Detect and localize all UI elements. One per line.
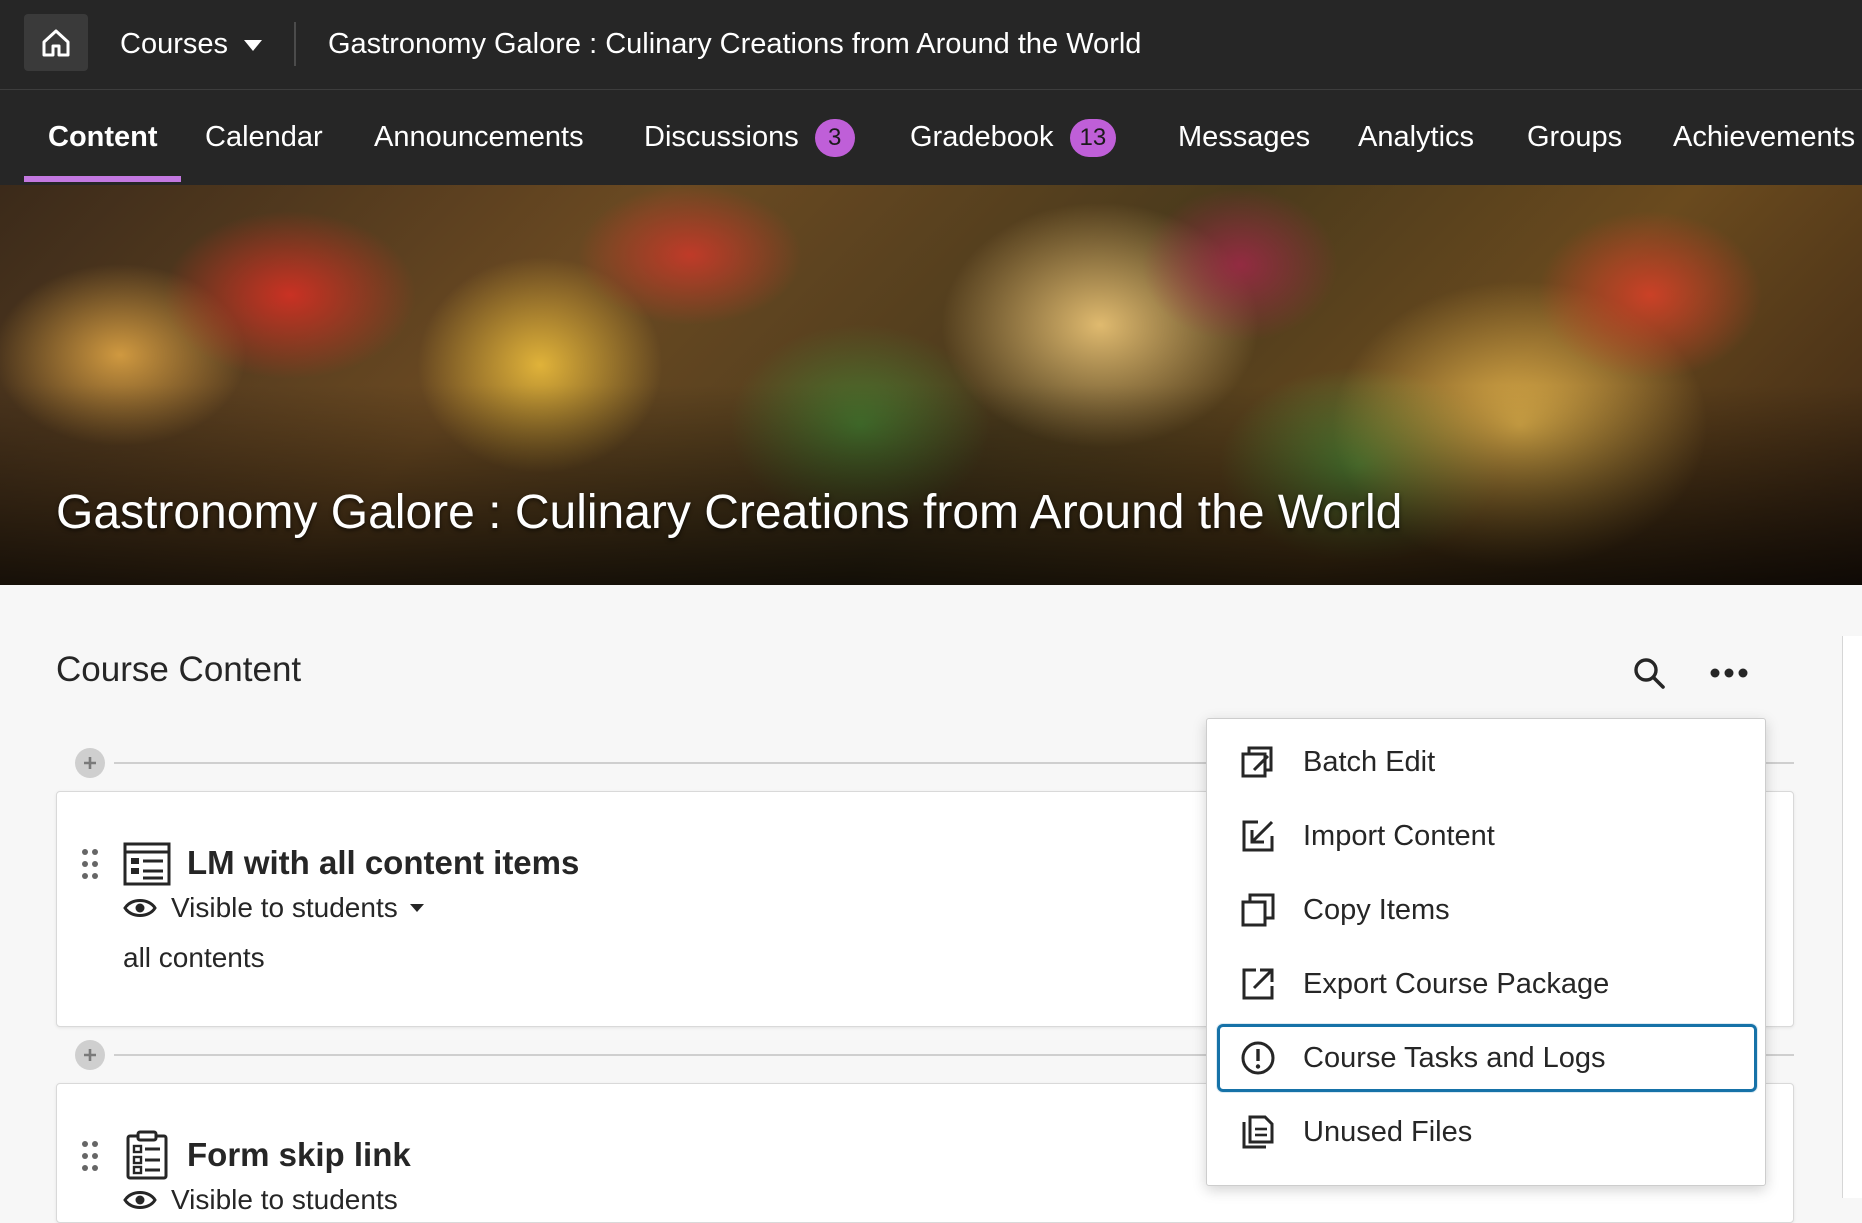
eye-icon bbox=[123, 899, 157, 917]
course-banner-image: Gastronomy Galore : Culinary Creations f… bbox=[0, 185, 1862, 585]
content-item-description: all contents bbox=[123, 942, 265, 973]
course-nav: Content Calendar Announcements Discussio… bbox=[0, 90, 1862, 185]
breadcrumb-course-title: Gastronomy Galore : Culinary Creations f… bbox=[328, 27, 1142, 60]
tab-achievements[interactable]: Achievements bbox=[1673, 90, 1855, 185]
content-item-title[interactable]: Form skip link bbox=[187, 1136, 411, 1174]
visibility-dropdown[interactable]: Visible to students bbox=[123, 1184, 398, 1216]
top-bar: Courses Gastronomy Galore : Culinary Cre… bbox=[0, 0, 1862, 90]
drag-handle-icon[interactable] bbox=[81, 848, 99, 880]
menu-item-label: Unused Files bbox=[1303, 1115, 1473, 1148]
tab-label: Messages bbox=[1178, 121, 1311, 153]
visibility-dropdown[interactable]: Visible to students bbox=[123, 892, 424, 924]
chevron-down-icon bbox=[409, 904, 424, 912]
menu-item-import-content[interactable]: Import Content bbox=[1217, 802, 1757, 870]
courses-menu-label: Courses bbox=[120, 27, 228, 60]
section-title: Course Content bbox=[56, 650, 302, 689]
plus-icon bbox=[84, 757, 96, 769]
menu-item-course-tasks-and-logs[interactable]: Course Tasks and Logs bbox=[1217, 1024, 1757, 1092]
tab-discussions[interactable]: Discussions 3 bbox=[644, 90, 855, 185]
menu-item-label: Import Content bbox=[1303, 819, 1495, 852]
menu-item-copy-items[interactable]: Copy Items bbox=[1217, 876, 1757, 944]
tab-label: Achievements bbox=[1673, 121, 1856, 153]
tab-announcements[interactable]: Announcements bbox=[374, 90, 584, 185]
tab-label: Analytics bbox=[1358, 121, 1475, 153]
menu-item-label: Batch Edit bbox=[1303, 745, 1436, 778]
courses-menu-button[interactable]: Courses bbox=[120, 22, 262, 66]
menu-item-batch-edit[interactable]: Batch Edit bbox=[1217, 728, 1757, 796]
learning-module-icon bbox=[123, 842, 171, 886]
add-content-button[interactable] bbox=[75, 748, 105, 778]
tab-label: Content bbox=[48, 121, 158, 153]
menu-item-export-course-package[interactable]: Export Course Package bbox=[1217, 950, 1757, 1018]
home-icon bbox=[42, 29, 70, 56]
tab-messages[interactable]: Messages bbox=[1178, 90, 1310, 185]
more-horizontal-icon bbox=[1710, 668, 1748, 678]
copy-icon bbox=[1237, 889, 1279, 931]
tab-analytics[interactable]: Analytics bbox=[1358, 90, 1474, 185]
visibility-label: Visible to students bbox=[171, 1184, 398, 1215]
export-icon bbox=[1237, 963, 1279, 1005]
course-title: Gastronomy Galore : Culinary Creations f… bbox=[56, 486, 1403, 539]
active-tab-indicator bbox=[24, 176, 181, 182]
tab-label: Discussions bbox=[644, 121, 799, 153]
search-icon bbox=[1634, 658, 1665, 689]
divider bbox=[294, 22, 296, 66]
gradebook-count-badge: 13 bbox=[1069, 118, 1117, 157]
tab-content[interactable]: Content bbox=[48, 90, 158, 185]
search-button[interactable] bbox=[1622, 646, 1676, 700]
visibility-label: Visible to students bbox=[171, 892, 398, 923]
tab-label: Groups bbox=[1527, 121, 1623, 153]
menu-item-label: Copy Items bbox=[1303, 893, 1450, 926]
discussions-count-badge: 3 bbox=[814, 118, 855, 157]
form-icon bbox=[126, 1130, 168, 1180]
home-button[interactable] bbox=[24, 14, 88, 71]
tab-gradebook[interactable]: Gradebook 13 bbox=[910, 90, 1117, 185]
tab-label: Gradebook bbox=[910, 121, 1054, 153]
content-item-title[interactable]: LM with all content items bbox=[187, 844, 579, 882]
menu-item-label: Export Course Package bbox=[1303, 967, 1610, 1000]
batch-edit-icon bbox=[1237, 741, 1279, 783]
files-icon bbox=[1237, 1111, 1279, 1153]
add-content-button[interactable] bbox=[75, 1040, 105, 1070]
menu-item-unused-files[interactable]: Unused Files bbox=[1217, 1098, 1757, 1166]
tab-groups[interactable]: Groups bbox=[1527, 90, 1622, 185]
import-icon bbox=[1237, 815, 1279, 857]
side-panel-edge bbox=[1842, 636, 1862, 1198]
eye-icon bbox=[123, 1191, 157, 1209]
more-options-button[interactable] bbox=[1702, 646, 1756, 700]
alert-circle-icon bbox=[1237, 1037, 1279, 1079]
tab-label: Calendar bbox=[205, 121, 323, 153]
chevron-down-icon bbox=[244, 39, 262, 51]
tab-calendar[interactable]: Calendar bbox=[205, 90, 323, 185]
plus-icon bbox=[84, 1049, 96, 1061]
drag-handle-icon[interactable] bbox=[81, 1140, 99, 1172]
tab-label: Announcements bbox=[374, 121, 584, 153]
more-options-menu: Batch Edit Import Content Copy Items Exp… bbox=[1206, 718, 1766, 1186]
menu-item-label: Course Tasks and Logs bbox=[1303, 1041, 1606, 1074]
